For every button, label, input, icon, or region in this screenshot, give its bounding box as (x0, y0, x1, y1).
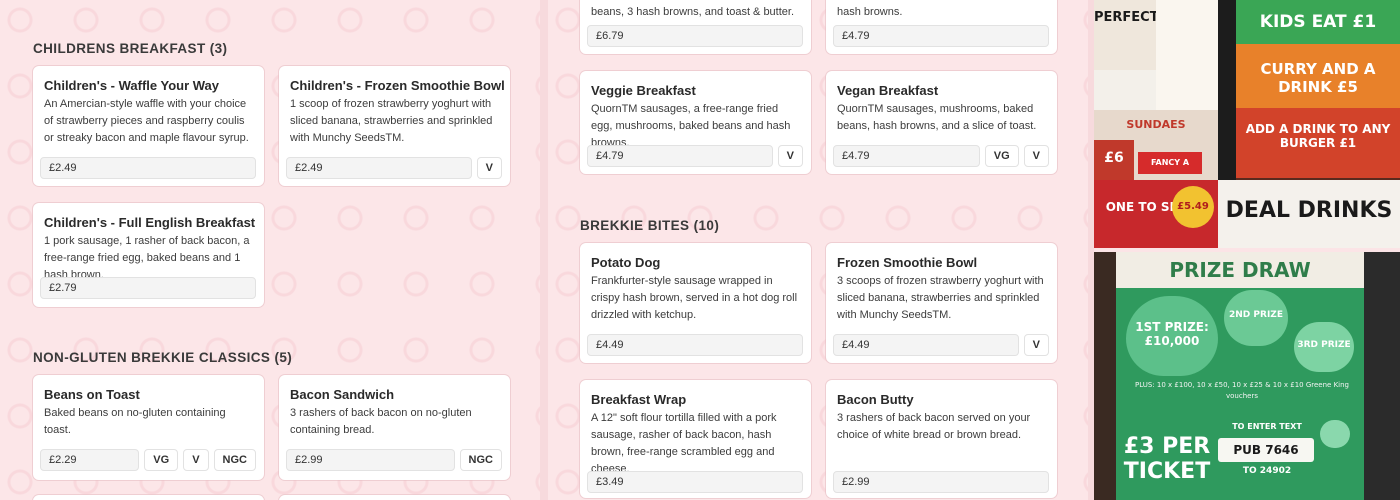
price-per-ticket: £3 PER TICKET (1123, 434, 1211, 484)
second-prize-heart: 2ND PRIZE (1224, 290, 1288, 346)
panel-divider (540, 0, 548, 500)
middle-menu-panel: beans, 3 hash browns, and toast & butter… (548, 0, 1088, 500)
menu-card-veggie-breakfast[interactable]: Veggie Breakfast QuornTM sausages, a fre… (580, 71, 811, 174)
section-heading-brekkie-bites: BREKKIE BITES (10) (580, 218, 720, 233)
item-title: Children's - Full English Breakfast (44, 215, 256, 230)
badge-v: V (183, 449, 209, 471)
poster-menu-list (1156, 0, 1218, 110)
item-description: Frankfurter-style sausage wrapped in cri… (591, 275, 798, 321)
heart-logo-icon (1320, 420, 1350, 448)
menu-card-partial[interactable] (33, 495, 264, 500)
poster-menu-list (1094, 70, 1156, 110)
first-prize-heart: 1ST PRIZE: £10,000 (1126, 296, 1218, 376)
section-heading-childrens: CHILDRENS BREAKFAST (3) (33, 41, 228, 56)
menu-card-waffle[interactable]: Children's - Waffle Your Way An Amercian… (33, 66, 264, 186)
prize-draw-photo: PRIZE DRAW 1ST PRIZE: £10,000 2ND PRIZE … (1094, 252, 1400, 500)
badge-ngc: NGC (459, 449, 502, 471)
item-description: beans, 3 hash browns, and toast & butter… (591, 6, 795, 18)
to-enter-text-label: TO ENTER TEXT (1232, 422, 1302, 431)
badge-v: V (1023, 145, 1049, 167)
poster-fancy-coffee: FANCY A COFFEE? (1138, 152, 1202, 189)
price: £2.99 (833, 471, 1049, 493)
menu-card-vegan-breakfast[interactable]: Vegan Breakfast QuornTM sausages, mushro… (826, 71, 1057, 174)
price: £2.49 (40, 157, 256, 179)
frame-right (1364, 252, 1400, 500)
price: £4.49 (833, 334, 1019, 356)
price: £4.79 (833, 25, 1049, 47)
item-title: Beans on Toast (44, 387, 140, 402)
item-title: Children's - Frozen Smoothie Bowl (290, 78, 505, 93)
menu-card-beans-on-toast[interactable]: Beans on Toast Baked beans on no-gluten … (33, 375, 264, 480)
item-description: QuornTM sausages, mushrooms, baked beans… (837, 103, 1037, 132)
item-description: 1 scoop of frozen strawberry yoghurt wit… (290, 98, 493, 144)
item-description: 3 rashers of back bacon on no-gluten con… (290, 407, 472, 436)
badge-v: V (476, 157, 502, 179)
poster-perfect: PERFECT (1094, 0, 1159, 70)
price: £2.99 (286, 449, 455, 471)
item-description: Baked beans on no-gluten containing toas… (44, 407, 226, 436)
price: £6.79 (587, 25, 803, 47)
price: £4.49 (587, 334, 803, 356)
menu-card-breakfast-wrap[interactable]: Breakfast Wrap A 12" soft flour tortilla… (580, 380, 811, 498)
item-description: A 12" soft flour tortilla filled with a … (591, 412, 777, 475)
item-title: Vegan Breakfast (837, 83, 939, 98)
price: £2.29 (40, 449, 140, 471)
menu-card-frozen-smoothie-bowl[interactable]: Frozen Smoothie Bowl 3 scoops of frozen … (826, 243, 1057, 363)
menu-card-childrens-full-english[interactable]: Children's - Full English Breakfast 1 po… (33, 203, 264, 307)
menu-card-bacon-butty[interactable]: Bacon Butty 3 rashers of back bacon serv… (826, 380, 1057, 498)
item-title: Bacon Butty (837, 392, 914, 407)
item-title: Frozen Smoothie Bowl (837, 255, 978, 270)
badge-vg: VG (984, 145, 1019, 167)
item-description: 3 rashers of back bacon served on your c… (837, 412, 1031, 441)
menu-card-partial-top[interactable]: hash browns. £4.79 (826, 0, 1057, 54)
badge-vg: VG (144, 449, 179, 471)
menu-card-partial[interactable] (279, 495, 510, 500)
item-title: Potato Dog (591, 255, 661, 270)
poster-price-549: £5.49 (1172, 186, 1214, 228)
third-prize-heart: 3RD PRIZE (1294, 322, 1354, 372)
poster-add-drink-burger: ADD A DRINK TO ANY BURGER £1 (1236, 108, 1400, 178)
entry-code-box: PUB 7646 (1218, 438, 1314, 462)
poster-deal-drinks: DEAL DRINKS (1218, 180, 1400, 248)
item-title: Breakfast Wrap (591, 392, 687, 407)
menu-card-partial-top[interactable]: beans, 3 hash browns, and toast & butter… (580, 0, 811, 54)
price: £4.79 (833, 145, 980, 167)
item-description: 3 scoops of frozen strawberry yoghurt wi… (837, 275, 1044, 321)
menu-card-bacon-sandwich[interactable]: Bacon Sandwich 3 rashers of back bacon o… (279, 375, 510, 480)
prize-plus-text: PLUS: 10 x £100, 10 x £50, 10 x £25 & 10… (1135, 381, 1349, 400)
item-title: Bacon Sandwich (290, 387, 395, 402)
frame-left (1094, 252, 1116, 500)
poster-kids-eat: KIDS EAT £1 (1236, 0, 1400, 44)
section-heading-nongluten: NON-GLUTEN BREKKIE CLASSICS (5) (33, 350, 293, 365)
badge-v: V (777, 145, 803, 167)
prize-draw-title: PRIZE DRAW (1116, 252, 1364, 288)
entry-number: TO 24902 (1242, 466, 1292, 476)
item-description: hash browns. (837, 6, 903, 18)
promo-posters-photo: PERFECT SUNDAES £6 FANCY A COFFEE? KIDS … (1094, 0, 1400, 248)
menu-card-childrens-smoothie[interactable]: Children's - Frozen Smoothie Bowl 1 scoo… (279, 66, 510, 186)
menu-card-potato-dog[interactable]: Potato Dog Frankfurter-style sausage wra… (580, 243, 811, 363)
item-title: Veggie Breakfast (591, 83, 696, 98)
item-title: Children's - Waffle Your Way (44, 78, 219, 93)
price: £3.49 (587, 471, 803, 493)
poster-price-6: £6 (1094, 140, 1134, 180)
item-description: An Amercian-style waffle with your choic… (44, 98, 249, 144)
poster-curry-drink: CURRY AND A DRINK £5 (1236, 44, 1400, 108)
price: £2.49 (286, 157, 472, 179)
left-menu-panel: CHILDRENS BREAKFAST (3) Children's - Waf… (0, 0, 540, 500)
price: £4.79 (587, 145, 773, 167)
badge-v: V (1023, 334, 1049, 356)
price: £2.79 (40, 277, 256, 299)
badge-ngc: NGC (213, 449, 256, 471)
